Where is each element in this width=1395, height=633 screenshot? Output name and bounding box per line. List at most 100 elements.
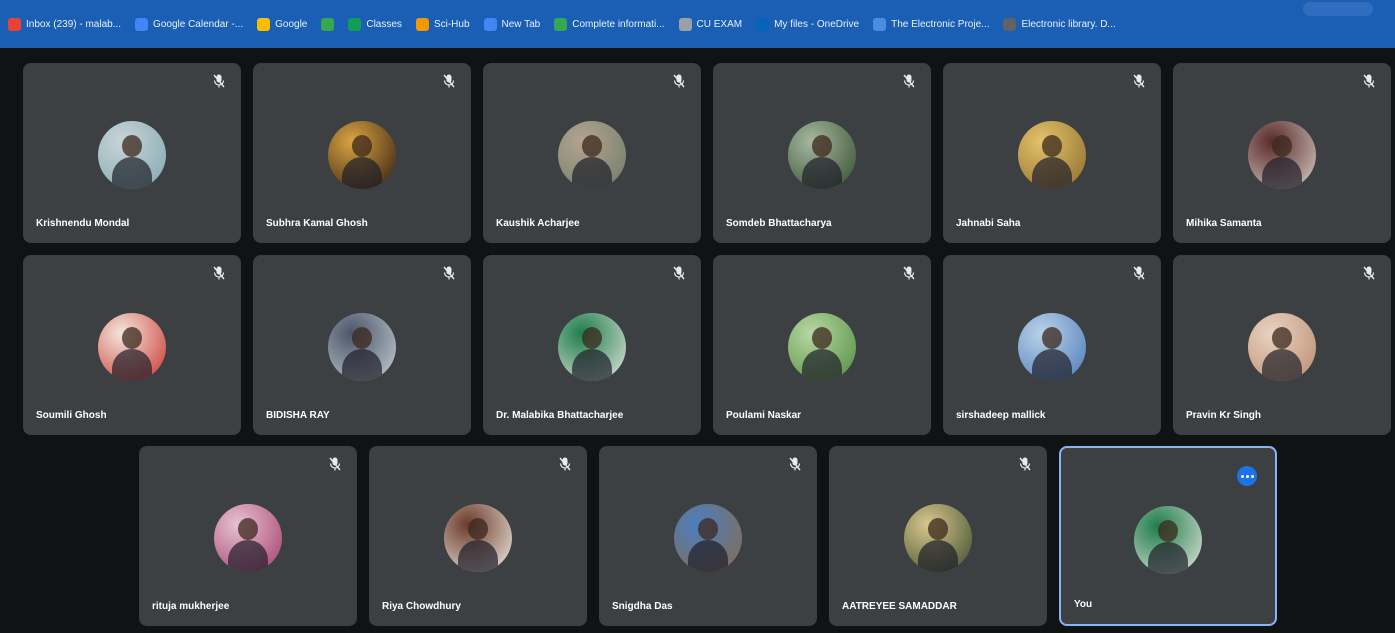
bookmark-item[interactable]: My files - OneDrive	[756, 17, 860, 31]
g-icon	[554, 17, 568, 31]
bookmark-label: Complete informati...	[572, 18, 665, 30]
participant-name: Jahnabi Saha	[956, 218, 1021, 229]
mic-muted-icon	[1361, 265, 1377, 281]
bookmark-label: CU EXAM	[696, 18, 743, 30]
meeting-grid: Krishnendu Mondal Subhra Kamal Ghosh Kaush…	[0, 48, 1395, 633]
onedrive-icon	[756, 17, 770, 31]
gmail-icon	[8, 17, 21, 31]
participant-tile[interactable]: Jahnabi Saha	[943, 63, 1161, 243]
participant-name: Snigdha Das	[612, 601, 673, 612]
more-options-icon[interactable]	[1237, 466, 1257, 486]
chrome-icon	[483, 17, 497, 31]
bookmark-label: Google Calendar -...	[153, 18, 244, 30]
participant-tile[interactable]: AATREYEE SAMADDAR	[829, 446, 1047, 626]
calendar-icon	[135, 17, 149, 31]
profile-pill[interactable]	[1303, 2, 1373, 16]
avatar	[788, 313, 856, 381]
bookmark-label: Google	[275, 18, 308, 30]
mic-muted-icon	[1131, 265, 1147, 281]
avatar	[98, 121, 166, 189]
avatar	[558, 313, 626, 381]
participant-tile[interactable]: Riya Chowdhury	[369, 446, 587, 626]
bookmark-item[interactable]: Complete informati...	[554, 17, 665, 31]
mic-muted-icon	[211, 73, 227, 89]
avatar	[1134, 506, 1202, 574]
participant-tile[interactable]: BIDISHA RAY	[253, 255, 471, 435]
participant-tile[interactable]: Subhra Kamal Ghosh	[253, 63, 471, 243]
google-icon	[257, 17, 271, 31]
mic-muted-icon	[441, 73, 457, 89]
globe-icon	[678, 17, 692, 31]
participant-name: sirshadeep mallick	[956, 410, 1046, 421]
participant-tile[interactable]: sirshadeep mallick	[943, 255, 1161, 435]
bookmark-label: New Tab	[501, 18, 541, 30]
avatar	[328, 313, 396, 381]
participant-tile[interactable]: Kaushik Acharjee	[483, 63, 701, 243]
participant-tile[interactable]: rituja mukherjee	[139, 446, 357, 626]
mic-muted-icon	[901, 265, 917, 281]
mic-muted-icon	[901, 73, 917, 89]
participant-name: Riya Chowdhury	[382, 601, 461, 612]
bookmark-item[interactable]: Google Calendar -...	[135, 17, 244, 31]
mic-muted-icon	[1131, 73, 1147, 89]
avatar	[444, 504, 512, 572]
bookmark-label: My files - OneDrive	[774, 18, 860, 30]
bookmark-item[interactable]: Classes	[348, 17, 402, 31]
bookmark-item[interactable]: Google	[257, 17, 308, 31]
mic-muted-icon	[671, 73, 687, 89]
bookmark-label: Classes	[366, 18, 402, 30]
avatar	[214, 504, 282, 572]
mic-muted-icon	[327, 456, 343, 472]
bookmark-label: Sci-Hub	[433, 18, 470, 30]
participant-name: Somdeb Bhattacharya	[726, 218, 832, 229]
bookmark-label: Electronic library. D...	[1021, 18, 1116, 30]
avatar	[674, 504, 742, 572]
scihub-icon	[415, 17, 429, 31]
bookmark-label: Inbox (239) - malab...	[26, 18, 122, 30]
self-tile[interactable]: You	[1059, 446, 1277, 626]
participant-name: BIDISHA RAY	[266, 410, 330, 421]
bookmark-item[interactable]: Inbox (239) - malab...	[8, 17, 122, 31]
participant-name: Mihika Samanta	[1186, 218, 1262, 229]
mic-muted-icon	[671, 265, 687, 281]
participant-tile[interactable]: Soumili Ghosh	[23, 255, 241, 435]
avatar	[788, 121, 856, 189]
participant-name: You	[1074, 599, 1093, 610]
mic-muted-icon	[1361, 73, 1377, 89]
participant-tile[interactable]: Dr. Malabika Bhattacharjee	[483, 255, 701, 435]
avatar	[558, 121, 626, 189]
avatar	[1018, 313, 1086, 381]
participant-tile[interactable]: Snigdha Das	[599, 446, 817, 626]
participant-name: rituja mukherjee	[152, 601, 230, 612]
avatar	[1018, 121, 1086, 189]
participant-name: AATREYEE SAMADDAR	[842, 601, 957, 612]
participant-name: Subhra Kamal Ghosh	[266, 218, 368, 229]
mic-muted-icon	[211, 265, 227, 281]
bookmark-item[interactable]: CU EXAM	[678, 17, 743, 31]
participant-tile[interactable]: Krishnendu Mondal	[23, 63, 241, 243]
participant-name: Soumili Ghosh	[36, 410, 107, 421]
avatar	[904, 504, 972, 572]
bookmark-item[interactable]: New Tab	[483, 17, 541, 31]
bookmark-item[interactable]: Sci-Hub	[415, 17, 470, 31]
library-icon	[1003, 17, 1017, 31]
participant-tile[interactable]: Pravin Kr Singh	[1173, 255, 1391, 435]
mic-muted-icon	[1017, 456, 1033, 472]
participant-tile[interactable]: Poulami Naskar	[713, 255, 931, 435]
document-icon	[873, 17, 887, 31]
participant-tile[interactable]: Somdeb Bhattacharya	[713, 63, 931, 243]
bookmark-item[interactable]: Electronic library. D...	[1003, 17, 1116, 31]
avatar	[328, 121, 396, 189]
avatar	[1248, 121, 1316, 189]
bookmark-item[interactable]	[321, 17, 335, 31]
bookmarks-bar: Inbox (239) - malab... Google Calendar -.…	[0, 0, 1395, 48]
chrome-icon	[321, 17, 335, 31]
participant-name: Poulami Naskar	[726, 410, 802, 421]
participant-name: Dr. Malabika Bhattacharjee	[496, 410, 624, 421]
bookmark-item[interactable]: The Electronic Proje...	[873, 17, 990, 31]
mic-muted-icon	[787, 456, 803, 472]
participant-name: Krishnendu Mondal	[36, 218, 130, 229]
bookmark-label: The Electronic Proje...	[891, 18, 990, 30]
participant-tile[interactable]: Mihika Samanta	[1173, 63, 1391, 243]
classroom-icon	[348, 17, 362, 31]
